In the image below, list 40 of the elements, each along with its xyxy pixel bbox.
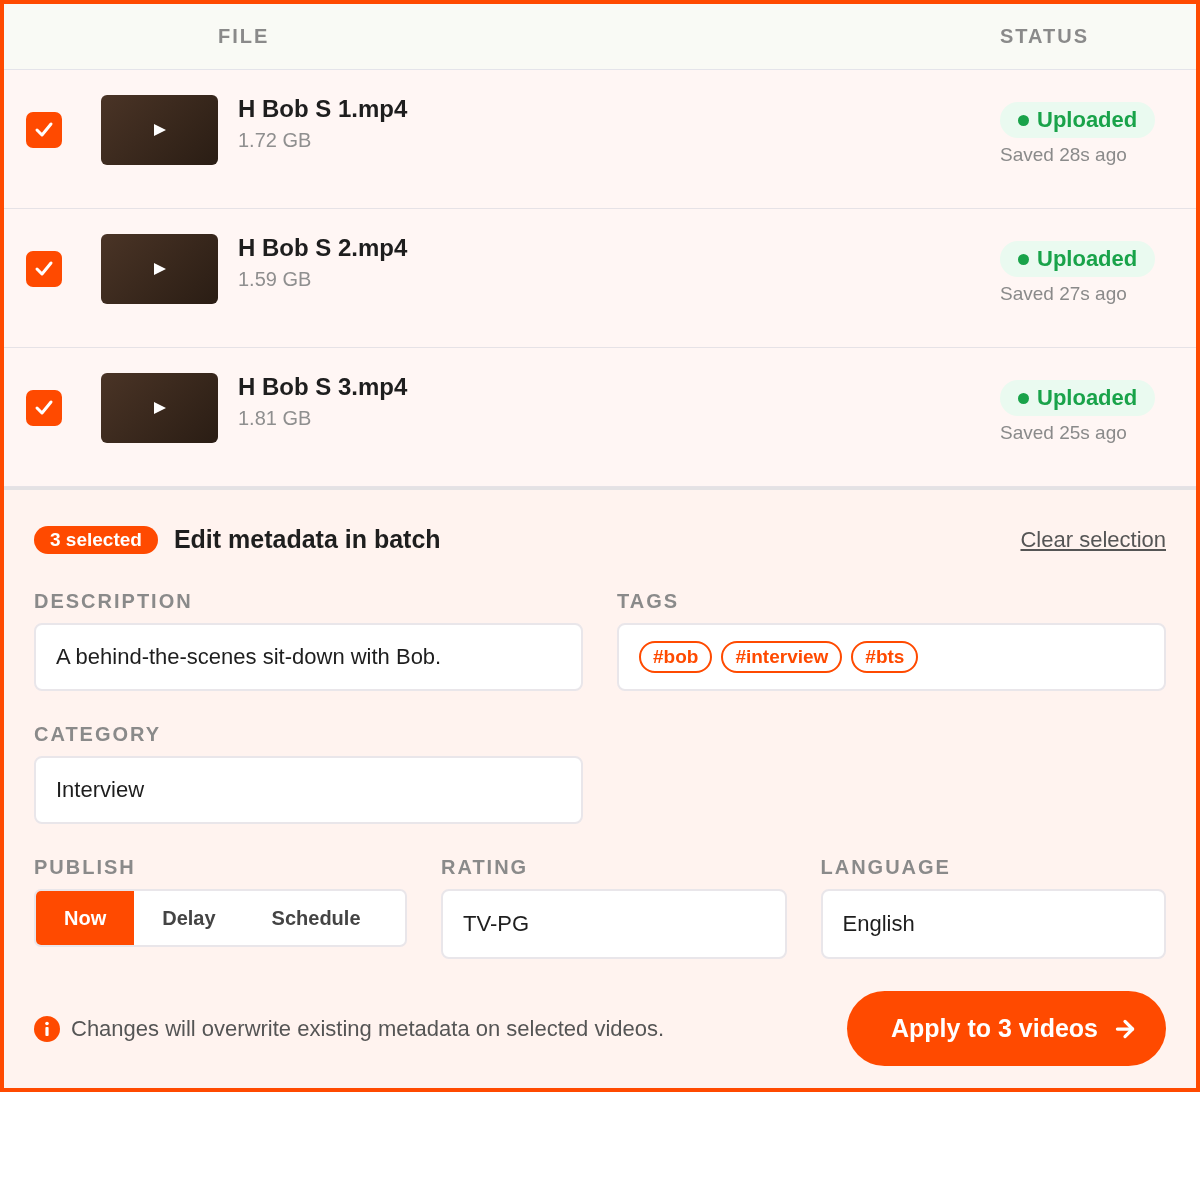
- checkbox[interactable]: [26, 251, 62, 287]
- field-label: CATEGORY: [34, 723, 163, 746]
- status-badge: Uploaded: [1000, 241, 1156, 277]
- file-size: 1.81 GB: [238, 407, 313, 430]
- language-field[interactable]: English: [820, 889, 1166, 959]
- file-name: H Bob S 1.mp4: [238, 95, 409, 123]
- play-icon: [152, 262, 167, 276]
- field-label: PUBLISH: [34, 856, 137, 879]
- file-size: 1.72 GB: [238, 129, 313, 152]
- file-name: H Bob S 2.mp4: [238, 234, 409, 262]
- clear-selection-link[interactable]: Clear selection: [1020, 526, 1166, 553]
- warning-text: Changes will overwrite existing metadata on selected videos.: [71, 1015, 666, 1042]
- saved-time: Saved 25s ago: [1000, 422, 1127, 444]
- video-thumbnail[interactable]: [101, 95, 218, 165]
- checkbox[interactable]: [26, 112, 62, 148]
- field-label: LANGUAGE: [820, 856, 952, 879]
- panel-title: Edit metadata in batch: [173, 525, 442, 554]
- status-badge: Uploaded: [1000, 380, 1156, 416]
- selected-count: 3 selected: [34, 525, 158, 554]
- checkbox[interactable]: [26, 390, 62, 426]
- column-header: FILE: [218, 25, 270, 48]
- field-label: TAGS: [617, 590, 681, 613]
- description-field[interactable]: A behind-the-scenes sit-down with Bob.: [34, 623, 583, 691]
- info-icon: [34, 1015, 60, 1042]
- saved-time: Saved 27s ago: [1000, 283, 1127, 305]
- category-field[interactable]: Interview: [34, 756, 583, 824]
- saved-time: Saved 28s ago: [1000, 144, 1127, 166]
- publish-option[interactable]: Delay: [134, 891, 244, 945]
- status-badge: Uploaded: [1000, 102, 1156, 138]
- play-icon: [152, 123, 167, 137]
- field-label: DESCRIPTION: [34, 590, 194, 613]
- file-name: H Bob S 3.mp4: [238, 373, 409, 401]
- play-icon: [152, 401, 167, 415]
- video-thumbnail[interactable]: [101, 373, 218, 443]
- rating-field[interactable]: TV-PG: [441, 889, 787, 959]
- publish-option[interactable]: Schedule: [243, 891, 389, 945]
- column-header: STATUS: [1000, 25, 1091, 48]
- file-size: 1.59 GB: [238, 268, 313, 291]
- field-label: RATING: [441, 856, 530, 879]
- video-thumbnail[interactable]: [101, 234, 218, 304]
